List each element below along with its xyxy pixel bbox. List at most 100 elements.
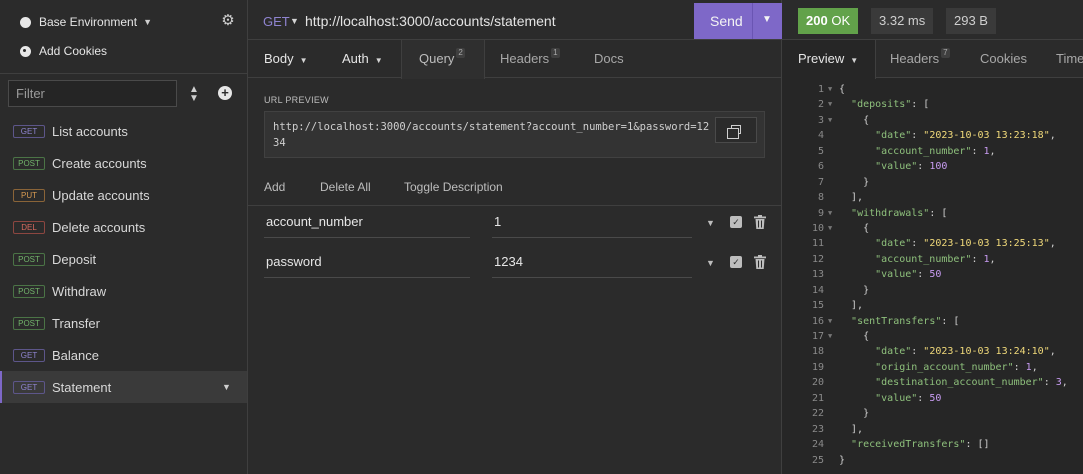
request-list: GET List accounts POST Create accounts P… — [0, 115, 247, 403]
trash-icon[interactable] — [754, 255, 766, 269]
code-line: 18 "date": "2023-10-03 13:24:10", — [811, 346, 1056, 358]
filter-input[interactable] — [8, 80, 177, 107]
code-line: 3 ▼ { — [817, 114, 870, 126]
sidebar-item-balance[interactable]: GET Balance — [0, 339, 247, 371]
url-preview-text: http://localhost:3000/accounts/statement… — [273, 121, 710, 149]
toggle-description-button[interactable]: Toggle Description — [404, 180, 503, 194]
tab-response-headers-label: Headers — [890, 51, 940, 66]
chevron-down-icon[interactable]: ▼ — [706, 258, 715, 268]
param-row: account_number 1 ▼ ✓ — [248, 206, 782, 238]
response-headers-count-badge: 7 — [941, 48, 950, 58]
request-name: Withdraw — [52, 283, 107, 299]
tab-preview-label: Preview — [798, 51, 845, 66]
add-request-button[interactable]: + — [218, 86, 232, 100]
copy-icon — [727, 125, 741, 139]
chevron-down-icon[interactable]: ▼ — [290, 16, 299, 26]
param-row: password 1234 ▼ ✓ — [248, 246, 782, 278]
add-cookies-button[interactable]: Add Cookies — [20, 42, 107, 60]
send-button[interactable]: Send ▼ — [694, 3, 782, 39]
environment-icon — [20, 16, 31, 28]
code-line: 15 ], — [811, 300, 864, 312]
request-name: Balance — [52, 347, 99, 363]
tab-query[interactable]: Query 2 — [401, 40, 485, 79]
method-badge: GET — [13, 124, 45, 138]
tab-body-label: Body — [264, 51, 294, 66]
delete-all-button[interactable]: Delete All — [320, 180, 371, 194]
cookie-icon — [20, 45, 31, 57]
tab-auth[interactable]: Auth ▼ — [342, 40, 383, 78]
code-line: 22 } — [811, 408, 870, 420]
copy-button[interactable] — [715, 117, 757, 143]
tab-preview[interactable]: Preview ▼ — [782, 40, 876, 79]
response-body-viewer: 1 ▼{ 2 ▼ "deposits": [ 3 ▼ { 4 "date": "202… — [782, 82, 1083, 472]
code-line: 7 } — [817, 176, 870, 188]
code-line: 25} — [811, 454, 846, 466]
enabled-checkbox[interactable]: ✓ — [730, 256, 742, 268]
code-line: 16 ▼ "sentTransfers": [ — [811, 315, 960, 327]
chevron-down-icon[interactable]: ▼ — [706, 218, 715, 228]
url-input[interactable]: http://localhost:3000/accounts/statement — [305, 13, 556, 29]
headers-count-badge: 1 — [551, 48, 560, 58]
request-tabs: Body ▼ Auth ▼ Query 2 Headers 1 Docs — [248, 40, 782, 79]
tab-headers-label: Headers — [500, 51, 550, 66]
request-name: Update accounts — [52, 187, 150, 203]
chevron-down-icon: ▼ — [299, 56, 308, 65]
response-size-badge: 293 B — [946, 8, 996, 34]
request-name: Transfer — [52, 315, 100, 331]
chevron-down-icon: ▼ — [374, 56, 383, 65]
param-value-input[interactable]: 1234 — [492, 246, 692, 278]
url-preview-box: http://localhost:3000/accounts/statement… — [264, 111, 765, 158]
chevron-down-icon: ▼ — [143, 17, 152, 27]
trash-icon[interactable] — [754, 215, 766, 229]
gear-icon[interactable]: ⚙ — [220, 13, 236, 29]
tab-response-headers[interactable]: Headers 7 — [890, 40, 950, 78]
tab-cookies[interactable]: Cookies — [980, 40, 1027, 78]
response-pane: 200 OK 3.32 ms 293 B Preview ▼ Headers 7 C… — [782, 0, 1083, 474]
code-line: 12 "account_number": 1, — [811, 253, 996, 265]
param-value-input[interactable]: 1 — [492, 206, 692, 238]
method-badge: DEL — [13, 220, 45, 234]
add-cookies-label: Add Cookies — [39, 44, 108, 58]
method-selector[interactable]: GET — [263, 14, 290, 29]
method-badge: GET — [13, 380, 45, 394]
code-line: 24 "receivedTransfers": [] — [811, 439, 990, 451]
tab-docs[interactable]: Docs — [594, 40, 624, 78]
enabled-checkbox[interactable]: ✓ — [730, 216, 742, 228]
param-name-input[interactable]: account_number — [264, 206, 470, 238]
code-line: 5 "account_number": 1, — [817, 145, 996, 157]
sidebar-item-delete-accounts[interactable]: DEL Delete accounts — [0, 211, 247, 243]
code-line: 23 ], — [811, 423, 864, 435]
environment-label: Base Environment — [39, 15, 138, 29]
code-line: 2 ▼ "deposits": [ — [817, 99, 930, 111]
status-text: OK — [831, 13, 851, 28]
sidebar-item-list-accounts[interactable]: GET List accounts — [0, 115, 247, 147]
response-status-bar: 200 OK 3.32 ms 293 B — [782, 0, 1083, 40]
sidebar-item-transfer[interactable]: POST Transfer — [0, 307, 247, 339]
chevron-down-icon: ▼ — [850, 56, 859, 65]
tab-headers[interactable]: Headers 1 — [500, 40, 560, 78]
code-line: 14 } — [811, 284, 870, 296]
response-tabs: Preview ▼ Headers 7 Cookies Time — [782, 40, 1083, 79]
sidebar-item-update-accounts[interactable]: PUT Update accounts — [0, 179, 247, 211]
add-param-button[interactable]: Add — [264, 180, 285, 194]
sort-icon[interactable]: ▲ ▼ — [186, 85, 202, 104]
tab-body[interactable]: Body ▼ — [264, 40, 308, 78]
tab-docs-label: Docs — [594, 51, 624, 66]
chevron-down-icon[interactable]: ▼ — [762, 14, 772, 25]
sidebar-item-withdraw[interactable]: POST Withdraw — [0, 275, 247, 307]
param-name-input[interactable]: password — [264, 246, 470, 278]
tab-timeline-label: Time — [1056, 51, 1083, 66]
sidebar-item-statement[interactable]: GET Statement ▼ — [0, 371, 247, 403]
status-badge: 200 OK — [798, 8, 859, 34]
code-line: 17 ▼ { — [811, 331, 870, 342]
tab-timeline[interactable]: Time — [1056, 40, 1083, 78]
sidebar-item-create-accounts[interactable]: POST Create accounts — [0, 147, 247, 179]
method-badge: POST — [13, 252, 45, 266]
environment-selector[interactable]: Base Environment ▼ — [20, 12, 152, 32]
tab-query-label: Query — [419, 51, 455, 66]
request-name: Create accounts — [52, 155, 147, 171]
code-line: 19 "origin_account_number": 1, — [811, 361, 1038, 373]
sidebar-item-deposit[interactable]: POST Deposit — [0, 243, 247, 275]
sidebar: Base Environment ▼ ⚙ Add Cookies ▲▼ + GE… — [0, 0, 248, 474]
chevron-down-icon[interactable]: ▼ — [222, 382, 231, 392]
